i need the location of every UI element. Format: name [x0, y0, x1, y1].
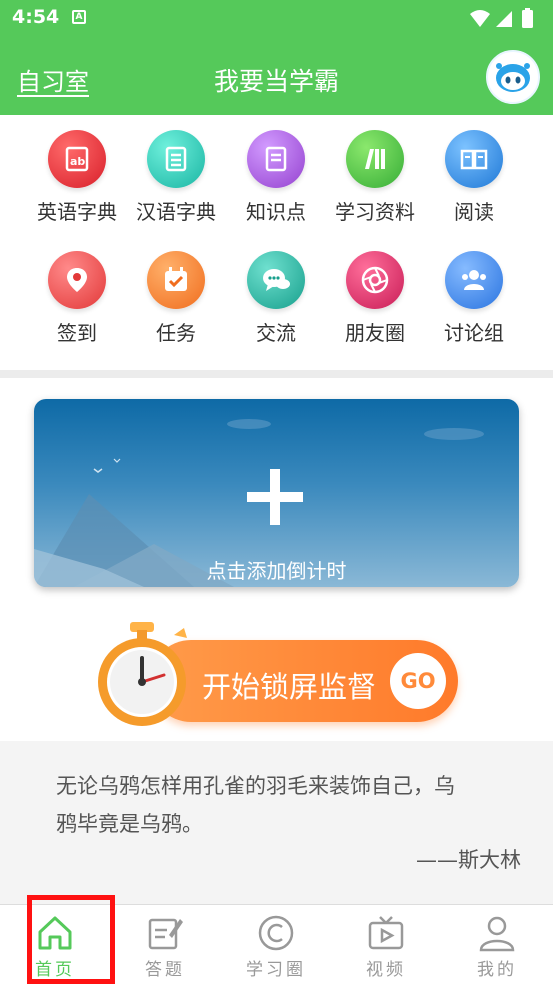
nav-answer-label: 答题 — [145, 960, 185, 980]
add-countdown-label: 点击添加倒计时 — [206, 559, 347, 583]
grid-item-study-materials[interactable]: 学习资料 — [320, 115, 430, 235]
grid-item-knowledge[interactable]: 知识点 — [221, 115, 331, 235]
quote-text: 无论乌鸦怎样用孔雀的羽毛来装饰自己，乌鸦毕竟是乌鸦。 — [56, 774, 455, 836]
quote-author: ——斯大林 — [416, 848, 521, 872]
english-dictionary-icon: ab — [48, 130, 106, 188]
user-icon — [479, 916, 515, 952]
wifi-icon — [470, 10, 490, 27]
notification-icon: A — [72, 10, 86, 24]
nav-answer[interactable]: 答题 — [110, 905, 220, 984]
location-pin-icon — [48, 251, 106, 309]
grid-item-moments[interactable]: 朋友圈 — [320, 236, 430, 356]
grid-item-english-dictionary[interactable]: ab 英语字典 — [22, 115, 132, 235]
battery-icon — [522, 10, 533, 28]
svg-text:ab: ab — [70, 155, 85, 168]
robot-avatar-icon — [496, 63, 530, 92]
nav-study-circle[interactable]: 学习圈 — [221, 905, 331, 984]
camera-aperture-icon — [346, 251, 404, 309]
nav-video-label: 视频 — [366, 960, 406, 980]
page-title: 我要当学霸 — [213, 67, 339, 96]
calendar-task-icon — [147, 251, 205, 309]
selection-highlight — [27, 895, 115, 984]
nav-mine-label: 我的 — [477, 960, 517, 980]
grid-item-label: 签到 — [57, 321, 97, 345]
grid-item-label: 阅读 — [454, 200, 494, 224]
lock-button-label: 开始锁屏监督 — [202, 670, 377, 704]
grid-item-chat[interactable]: 交流 — [221, 236, 331, 356]
group-icon — [445, 251, 503, 309]
grid-item-reading[interactable]: 阅读 — [419, 115, 529, 235]
study-materials-icon — [346, 130, 404, 188]
alarm-clock-icon — [98, 622, 187, 726]
copyright-circle-icon — [258, 915, 294, 951]
grid-item-label: 英语字典 — [37, 200, 117, 224]
feature-grid: ab 英语字典 汉语字典 知识点 学习资料 阅读 签到 任务 交流 朋友圈 讨论… — [0, 115, 553, 370]
quote-panel: 无论乌鸦怎样用孔雀的羽毛来装饰自己，乌鸦毕竟是乌鸦。 ——斯大林 — [0, 741, 553, 904]
app-header: 4:54 A 自习室 我要当学霸 — [0, 0, 553, 115]
header: 自习室 我要当学霸 — [0, 36, 553, 115]
grid-item-label: 朋友圈 — [345, 321, 405, 345]
status-time: 4:54 — [12, 6, 60, 28]
grid-item-checkin[interactable]: 签到 — [22, 236, 132, 356]
chinese-dictionary-icon — [147, 130, 205, 188]
go-button[interactable]: GO — [390, 653, 446, 709]
grid-item-label: 汉语字典 — [136, 200, 216, 224]
edit-icon — [148, 918, 183, 950]
grid-item-label: 学习资料 — [335, 200, 415, 224]
add-countdown-card[interactable]: 点击添加倒计时 — [34, 399, 519, 587]
book-icon — [445, 130, 503, 188]
grid-item-chinese-dictionary[interactable]: 汉语字典 — [121, 115, 231, 235]
nav-mine[interactable]: 我的 — [442, 905, 552, 984]
grid-item-tasks[interactable]: 任务 — [121, 236, 231, 356]
signal-icon — [496, 11, 512, 27]
start-lock-screen-button[interactable]: 开始锁屏监督 GO — [150, 640, 458, 722]
avatar-button[interactable] — [486, 50, 540, 104]
plus-icon — [247, 469, 303, 525]
grid-item-label: 知识点 — [246, 200, 306, 224]
status-bar: 4:54 A — [0, 0, 553, 36]
tv-play-icon — [368, 916, 404, 950]
chat-icon — [247, 251, 305, 309]
nav-video[interactable]: 视频 — [331, 905, 441, 984]
knowledge-icon — [247, 130, 305, 188]
nav-study-circle-label: 学习圈 — [246, 960, 306, 980]
grid-item-label: 讨论组 — [444, 321, 504, 345]
section-divider — [0, 370, 553, 378]
grid-item-label: 任务 — [156, 321, 196, 345]
grid-item-label: 交流 — [256, 321, 296, 345]
grid-item-discussion-group[interactable]: 讨论组 — [419, 236, 529, 356]
status-icons — [470, 8, 533, 28]
